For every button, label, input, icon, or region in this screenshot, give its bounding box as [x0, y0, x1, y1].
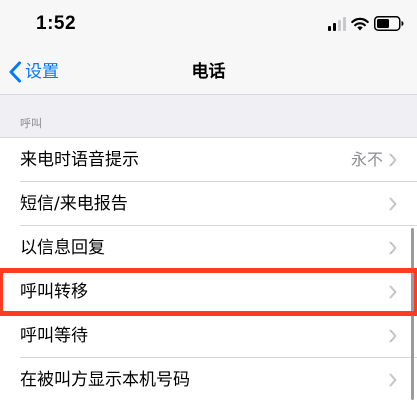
chevron-left-icon: [9, 61, 21, 83]
cellular-signal-icon: [328, 17, 346, 31]
status-time: 1:52: [36, 13, 77, 34]
row-call-forwarding[interactable]: 呼叫转移: [0, 268, 417, 316]
chevron-right-icon: [389, 373, 397, 387]
row-label: 呼叫等待: [20, 326, 88, 346]
back-button[interactable]: 设置: [8, 50, 59, 94]
row-value: 永不: [350, 150, 383, 169]
row-show-my-caller-id[interactable]: 在被叫方显示本机号码: [0, 358, 417, 402]
battery-icon: [374, 16, 404, 31]
row-label: 在被叫方显示本机号码: [20, 370, 190, 390]
row-call-waiting[interactable]: 呼叫等待: [0, 314, 417, 358]
status-bar: 1:52: [0, 0, 417, 50]
row-label: 短信/来电报告: [20, 194, 128, 214]
section-gap: [0, 95, 417, 137]
row-label: 以信息回复: [20, 238, 105, 258]
page-title: 电话: [191, 62, 226, 82]
settings-list: 来电时语音提示 永不 短信/来电报告 以信息回复 呼叫转移 呼叫等待 在被叫方显…: [0, 137, 417, 402]
row-respond-with-text[interactable]: 以信息回复: [0, 226, 417, 270]
back-label: 设置: [25, 62, 59, 82]
row-sms-call-report[interactable]: 短信/来电报告: [0, 182, 417, 226]
chevron-right-icon: [389, 153, 397, 167]
section-header: 呼叫: [20, 117, 42, 130]
chevron-right-icon: [389, 197, 397, 211]
row-label: 来电时语音提示: [20, 150, 139, 170]
wifi-icon: [351, 17, 369, 31]
chevron-right-icon: [389, 285, 397, 299]
row-voice-announce-calls[interactable]: 来电时语音提示 永不: [0, 138, 417, 182]
navigation-bar: 电话 设置: [0, 50, 417, 95]
scroll-indicator[interactable]: [411, 228, 414, 400]
chevron-right-icon: [389, 329, 397, 343]
chevron-right-icon: [389, 241, 397, 255]
row-label: 呼叫转移: [20, 282, 88, 302]
